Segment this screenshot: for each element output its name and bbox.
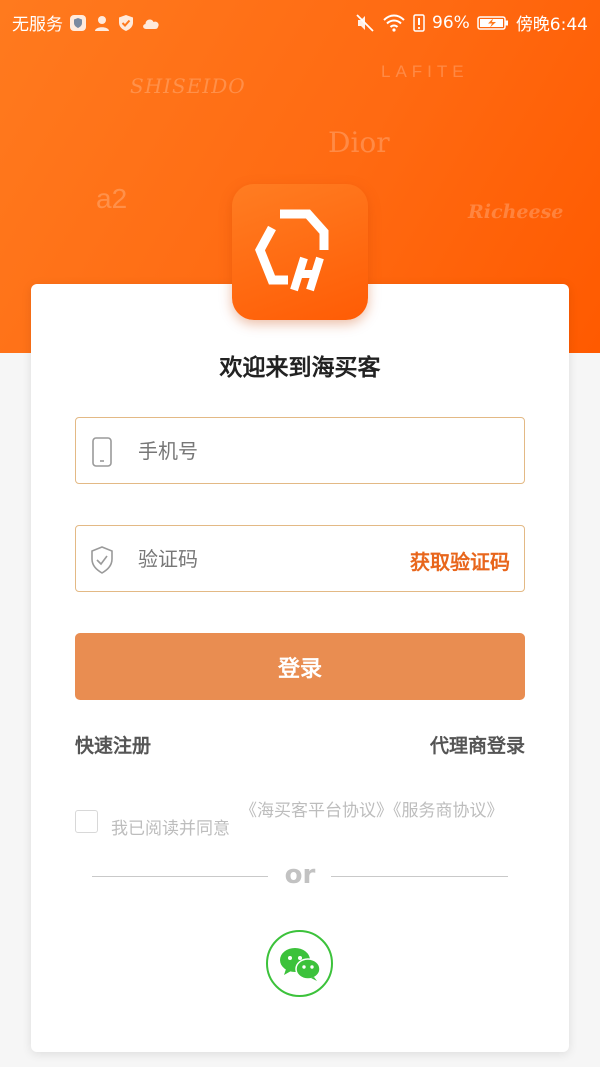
divider-left — [92, 876, 268, 877]
welcome-title: 欢迎来到海买客 — [219, 355, 381, 381]
clock-time: 傍晚6:44 — [515, 15, 588, 35]
shield-icon — [69, 14, 87, 32]
agreement-links[interactable]: 《海买客平台协议》《服务商协议》 — [240, 800, 510, 822]
person-icon — [93, 14, 111, 32]
shield-check-icon — [91, 546, 113, 574]
verification-code-input[interactable] — [138, 538, 398, 580]
brand-shiseido: SHISEIDO — [130, 74, 246, 98]
phone-field[interactable] — [75, 417, 525, 484]
carrier-text: 无服务 — [12, 15, 63, 35]
agree-checkbox[interactable] — [75, 810, 98, 833]
verification-code-field[interactable]: 获取验证码 — [75, 525, 525, 592]
brand-a2: a2 — [96, 183, 128, 214]
login-button[interactable]: 登录 — [75, 633, 525, 700]
status-bar: 无服务 96% 傍晚6:44 — [0, 0, 600, 42]
brand-lafite: LAFITE — [381, 62, 469, 81]
wechat-login-button[interactable] — [266, 930, 333, 997]
quick-register-link[interactable]: 快速注册 — [75, 731, 151, 758]
check-shield-icon — [117, 14, 135, 32]
divider-right — [331, 876, 508, 877]
app-logo — [232, 184, 368, 320]
battery-icon — [477, 15, 509, 31]
cloud-icon — [141, 16, 161, 30]
get-code-button[interactable]: 获取验证码 — [410, 546, 510, 575]
brand-dior: Dior — [328, 126, 390, 159]
wechat-icon — [279, 947, 321, 981]
alert-icon — [413, 13, 425, 32]
or-label: or — [284, 860, 316, 890]
mute-icon — [355, 13, 375, 33]
agree-label: 我已阅读并同意 — [111, 819, 230, 839]
phone-input[interactable] — [138, 430, 398, 472]
login-screen: SHISEIDO LAFITE Dior a2 Richeese 无服务 96%… — [0, 0, 600, 1067]
wifi-icon — [382, 14, 406, 32]
battery-percent: 96% — [432, 12, 470, 33]
brand-richeese: Richeese — [468, 201, 564, 223]
agent-login-link[interactable]: 代理商登录 — [430, 731, 525, 758]
phone-icon — [92, 437, 112, 467]
haimaike-logo-icon — [255, 209, 329, 292]
